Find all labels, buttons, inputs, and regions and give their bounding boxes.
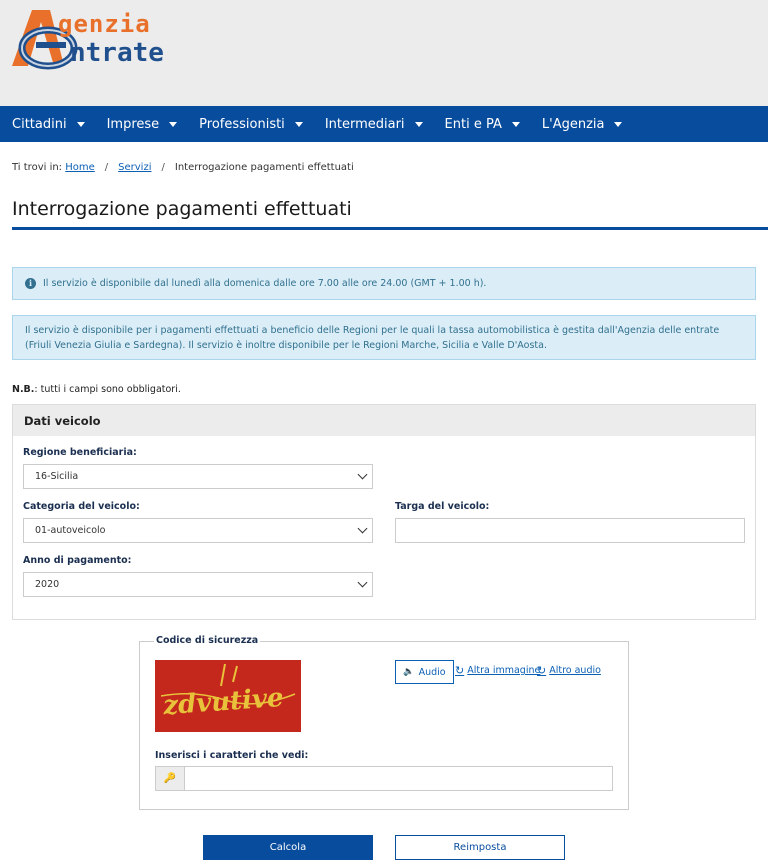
main-navbar: Cittadini Imprese Professionisti Interme… <box>0 106 768 142</box>
nav-item-label: Enti e PA <box>444 116 502 132</box>
nav-item-intermediari[interactable]: Intermediari <box>325 117 423 132</box>
refresh-icon: ↻ <box>537 664 547 677</box>
caret-down-icon <box>169 121 178 127</box>
caret-down-icon <box>76 121 85 127</box>
other-audio-label: Altro audio <box>549 665 601 676</box>
note-text: : tutti i campi sono obbligatori. <box>34 384 181 395</box>
audio-button-label: Audio <box>418 666 446 678</box>
regione-label: Regione beneficiaria: <box>23 447 137 458</box>
agenzia-entrate-logo[interactable]: genzia ntrate <box>10 8 200 70</box>
nav-item-professionisti[interactable]: Professionisti <box>199 117 303 132</box>
audio-button[interactable]: 🔈 Audio <box>395 660 454 684</box>
reimposta-button[interactable]: Reimposta <box>395 835 565 860</box>
captcha-image: zdvutive <box>155 660 301 732</box>
breadcrumb-prefix: Ti trovi in: <box>12 162 63 173</box>
nav-item-cittadini[interactable]: Cittadini <box>12 117 85 132</box>
captcha-image-graphic: zdvutive <box>155 660 301 732</box>
regione-select[interactable]: 16-Sicilia <box>23 464 373 489</box>
nav-item-enti-pa[interactable]: Enti e PA <box>445 117 520 132</box>
page-title: Interrogazione pagamenti effettuati <box>12 198 352 220</box>
title-divider <box>12 227 768 230</box>
nav-item-label: Professionisti <box>199 116 285 132</box>
captcha-input[interactable]: 🔑 <box>155 766 613 791</box>
required-fields-note: N.B.: tutti i campi sono obbligatori. <box>12 384 181 395</box>
other-image-label: Altra immagine <box>467 665 541 676</box>
caret-down-icon <box>511 121 520 127</box>
regions-alert: Il servizio è disponibile per i pagament… <box>12 315 756 360</box>
anno-label: Anno di pagamento: <box>23 555 132 566</box>
anno-select[interactable]: 2020 <box>23 572 373 597</box>
chevron-down-icon <box>357 523 368 534</box>
note-bold: N.B. <box>12 384 35 395</box>
nav-item-label: Intermediari <box>324 116 405 132</box>
calcola-button[interactable]: Calcola <box>203 835 373 860</box>
targa-label: Targa del veicolo: <box>395 501 490 512</box>
logo-text-line1: genzia <box>58 10 151 38</box>
categoria-select[interactable]: 01-autoveicolo <box>23 518 373 543</box>
key-icon: 🔑 <box>156 767 185 790</box>
captcha-input-label: Inserisci i caratteri che vedi: <box>155 750 309 761</box>
logo-text-line2: ntrate <box>70 38 164 68</box>
nav-item-imprese[interactable]: Imprese <box>107 117 178 132</box>
nav-item-label: Imprese <box>106 116 160 132</box>
anno-value: 2020 <box>35 579 60 590</box>
chevron-down-icon <box>357 577 368 588</box>
categoria-label: Categoria del veicolo: <box>23 501 140 512</box>
speaker-icon: 🔈 <box>403 667 415 677</box>
refresh-icon: ↻ <box>455 664 465 677</box>
breadcrumb: Ti trovi in: Home / Servizi / Interrogaz… <box>12 162 354 173</box>
targa-input[interactable] <box>395 518 745 543</box>
other-audio-link[interactable]: ↻ Altro audio <box>537 664 601 677</box>
availability-text: Il servizio è disponibile dal lunedì all… <box>43 278 487 289</box>
nav-item-agenzia[interactable]: L'Agenzia <box>542 117 623 132</box>
captcha-legend: Codice di sicurezza <box>154 635 261 646</box>
nav-item-label: Cittadini <box>12 116 67 132</box>
categoria-value: 01-autoveicolo <box>35 525 106 536</box>
regions-text: Il servizio è disponibile per i pagament… <box>25 325 720 351</box>
breadcrumb-separator: / <box>161 162 165 173</box>
caret-down-icon <box>414 121 423 127</box>
other-image-link[interactable]: ↻ Altra immagine <box>455 664 540 677</box>
chevron-down-icon <box>357 469 368 480</box>
site-header: genzia ntrate <box>0 0 768 106</box>
breadcrumb-current: Interrogazione pagamenti effettuati <box>174 162 354 173</box>
info-icon: i <box>25 278 36 289</box>
availability-alert: i Il servizio è disponibile dal lunedì a… <box>12 267 756 300</box>
caret-down-icon <box>294 121 303 127</box>
breadcrumb-home-link[interactable]: Home <box>65 162 95 173</box>
breadcrumb-servizi-link[interactable]: Servizi <box>118 162 151 173</box>
breadcrumb-separator: / <box>104 162 109 173</box>
panel-title: Dati veicolo <box>13 405 755 436</box>
nav-item-label: L'Agenzia <box>541 116 605 132</box>
regione-value: 16-Sicilia <box>35 471 79 482</box>
caret-down-icon <box>614 121 623 127</box>
